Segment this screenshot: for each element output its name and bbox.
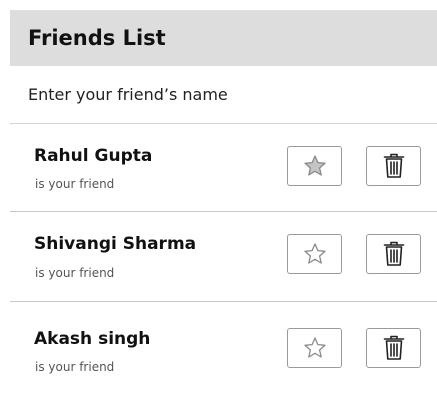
friends-list: Rahul Gupta is your friend Shivangi Shar…	[10, 124, 437, 394]
friend-name: Shivangi Sharma	[34, 234, 197, 254]
list-item: Shivangi Sharma is your friend	[10, 212, 437, 302]
list-item: Akash singh is your friend	[10, 302, 437, 394]
star-button[interactable]	[287, 328, 342, 368]
friend-status: is your friend	[35, 266, 115, 280]
trash-icon	[383, 335, 405, 361]
delete-button[interactable]	[366, 328, 421, 368]
trash-icon	[383, 241, 405, 267]
friend-name-input[interactable]	[28, 85, 418, 104]
friend-status: is your friend	[35, 177, 115, 191]
friends-list-panel: Friends List Rahul Gupta is your friend	[10, 10, 437, 394]
star-button[interactable]	[287, 234, 342, 274]
delete-button[interactable]	[366, 234, 421, 274]
list-item: Rahul Gupta is your friend	[10, 124, 437, 212]
delete-button[interactable]	[366, 146, 421, 186]
friend-name: Rahul Gupta	[34, 146, 153, 166]
star-icon	[303, 336, 327, 360]
trash-icon	[383, 153, 405, 179]
star-icon	[303, 242, 327, 266]
star-icon	[303, 154, 327, 178]
friend-status: is your friend	[35, 360, 115, 374]
input-row	[10, 66, 437, 124]
header: Friends List	[10, 10, 437, 66]
star-button[interactable]	[287, 146, 342, 186]
page-title: Friends List	[28, 26, 166, 50]
friend-name: Akash singh	[34, 329, 151, 349]
